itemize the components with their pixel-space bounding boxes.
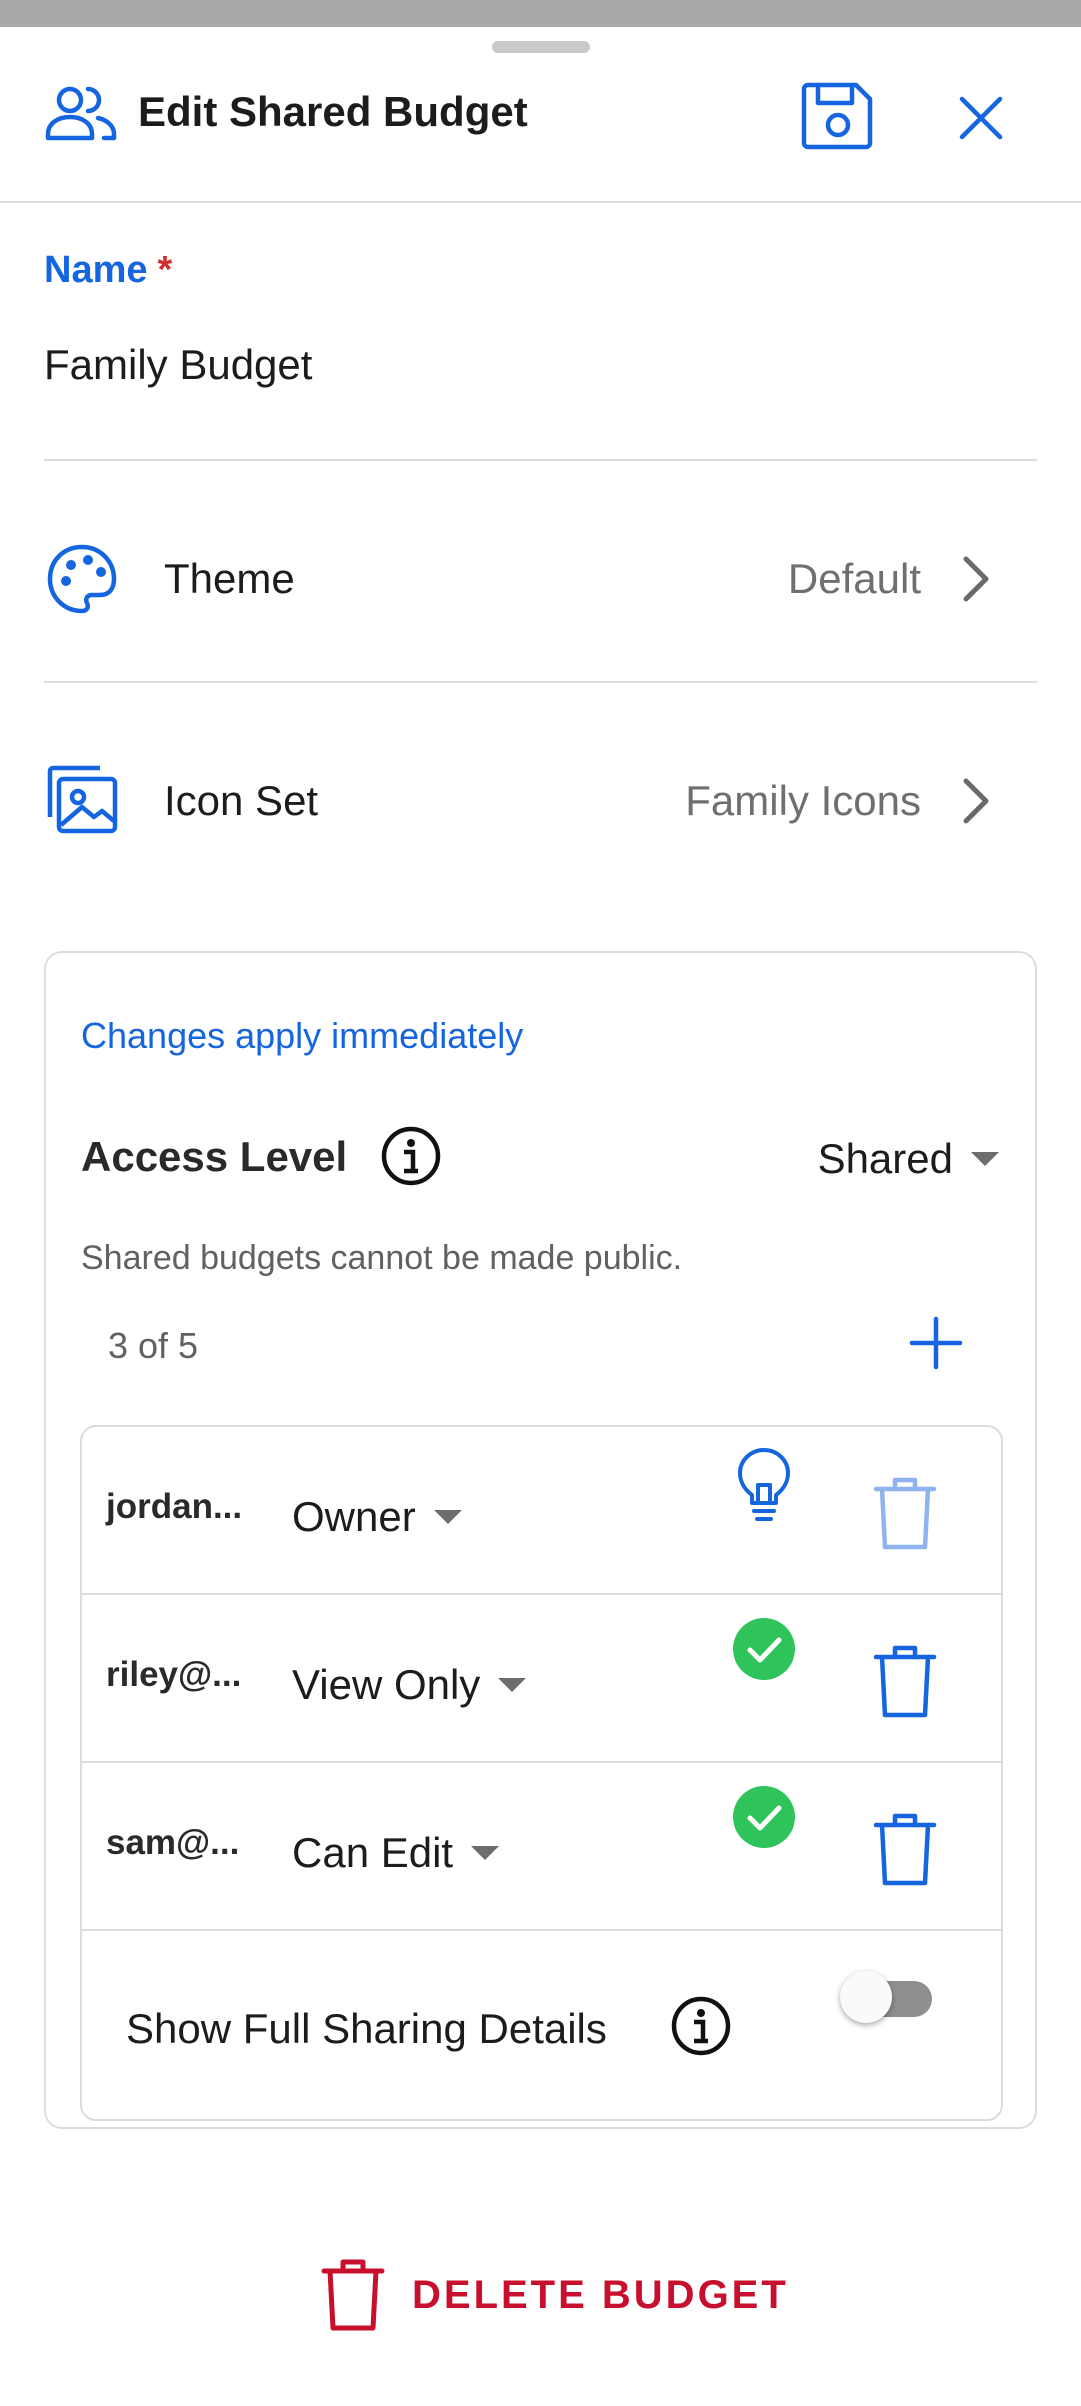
- image-gallery-icon: [47, 765, 118, 834]
- chevron-right-icon: [963, 556, 989, 602]
- close-icon[interactable]: [950, 87, 1012, 149]
- theme-value: Default: [787, 555, 921, 602]
- sheet-header: Edit Shared Budget: [0, 27, 1081, 203]
- access-level-select[interactable]: Shared: [818, 1131, 999, 1187]
- member-role-select[interactable]: Can Edit: [292, 1825, 500, 1881]
- member-email: sam@...: [106, 1823, 240, 1862]
- member-role-select[interactable]: View Only: [292, 1657, 527, 1713]
- member-row: jordan... Owner: [82, 1427, 1001, 1595]
- icon-set-row[interactable]: Icon Set Family Icons: [0, 683, 1081, 903]
- status-bar-strip: [0, 0, 1081, 27]
- sharing-details-toggle[interactable]: [834, 1965, 938, 2023]
- member-email: jordan...: [106, 1487, 243, 1526]
- sharing-details-row: Show Full Sharing Details: [82, 1931, 1001, 2119]
- palette-icon: [47, 544, 117, 614]
- dropdown-arrow-icon: [433, 1510, 462, 1524]
- dropdown-arrow-icon: [471, 1846, 500, 1860]
- toggle-knob: [840, 1971, 892, 2023]
- people-icon: [45, 86, 117, 141]
- theme-label: Theme: [164, 555, 295, 602]
- trash-icon: [321, 2259, 385, 2331]
- trash-icon[interactable]: [870, 1641, 940, 1721]
- access-level-label: Access Level: [81, 1133, 348, 1180]
- icon-set-value: Family Icons: [685, 777, 921, 824]
- info-icon[interactable]: [380, 1125, 442, 1187]
- sharing-details-label: Show Full Sharing Details: [126, 2005, 607, 2052]
- access-level-value: Shared: [817, 1135, 953, 1182]
- member-role-value: View Only: [292, 1661, 481, 1708]
- check-circle-icon: [733, 1618, 795, 1680]
- trash-icon[interactable]: [870, 1809, 940, 1889]
- dropdown-arrow-icon: [971, 1152, 999, 1166]
- delete-budget-label: DELETE BUDGET: [412, 2272, 789, 2317]
- access-level-hint: Shared budgets cannot be made public.: [81, 1239, 683, 1277]
- name-input[interactable]: Family Budget: [44, 341, 312, 389]
- member-row: sam@... Can Edit: [82, 1763, 1001, 1931]
- lightbulb-icon: [738, 1448, 790, 1521]
- changes-notice: Changes apply immediately: [81, 1015, 524, 1056]
- member-row: riley@... View Only: [82, 1595, 1001, 1763]
- add-member-icon[interactable]: [906, 1313, 966, 1373]
- sharing-card: Changes apply immediately Access Level S…: [44, 951, 1037, 2129]
- member-count: 3 of 5: [108, 1325, 199, 1366]
- chevron-right-icon: [963, 778, 989, 824]
- member-role-value: Owner: [292, 1493, 416, 1540]
- save-icon[interactable]: [800, 79, 876, 151]
- page-title: Edit Shared Budget: [138, 88, 528, 135]
- required-mark: *: [157, 249, 173, 291]
- member-email: riley@...: [106, 1655, 242, 1694]
- theme-row[interactable]: Theme Default: [0, 461, 1081, 681]
- icon-set-label: Icon Set: [164, 777, 319, 824]
- info-icon[interactable]: [670, 1995, 732, 2057]
- name-label: Name *: [44, 249, 172, 292]
- check-circle-icon: [733, 1786, 795, 1848]
- trash-icon[interactable]: [870, 1473, 940, 1553]
- member-role-value: Can Edit: [292, 1829, 454, 1876]
- member-role-select[interactable]: Owner: [292, 1489, 462, 1545]
- member-list: jordan... Owner riley@... View Only sam@…: [80, 1425, 1003, 2121]
- delete-budget-button[interactable]: DELETE BUDGET: [318, 2247, 789, 2343]
- dropdown-arrow-icon: [498, 1678, 527, 1692]
- name-label-text: Name: [44, 249, 148, 291]
- bottom-sheet: Edit Shared Budget Name * Family Budget T…: [0, 27, 1081, 2406]
